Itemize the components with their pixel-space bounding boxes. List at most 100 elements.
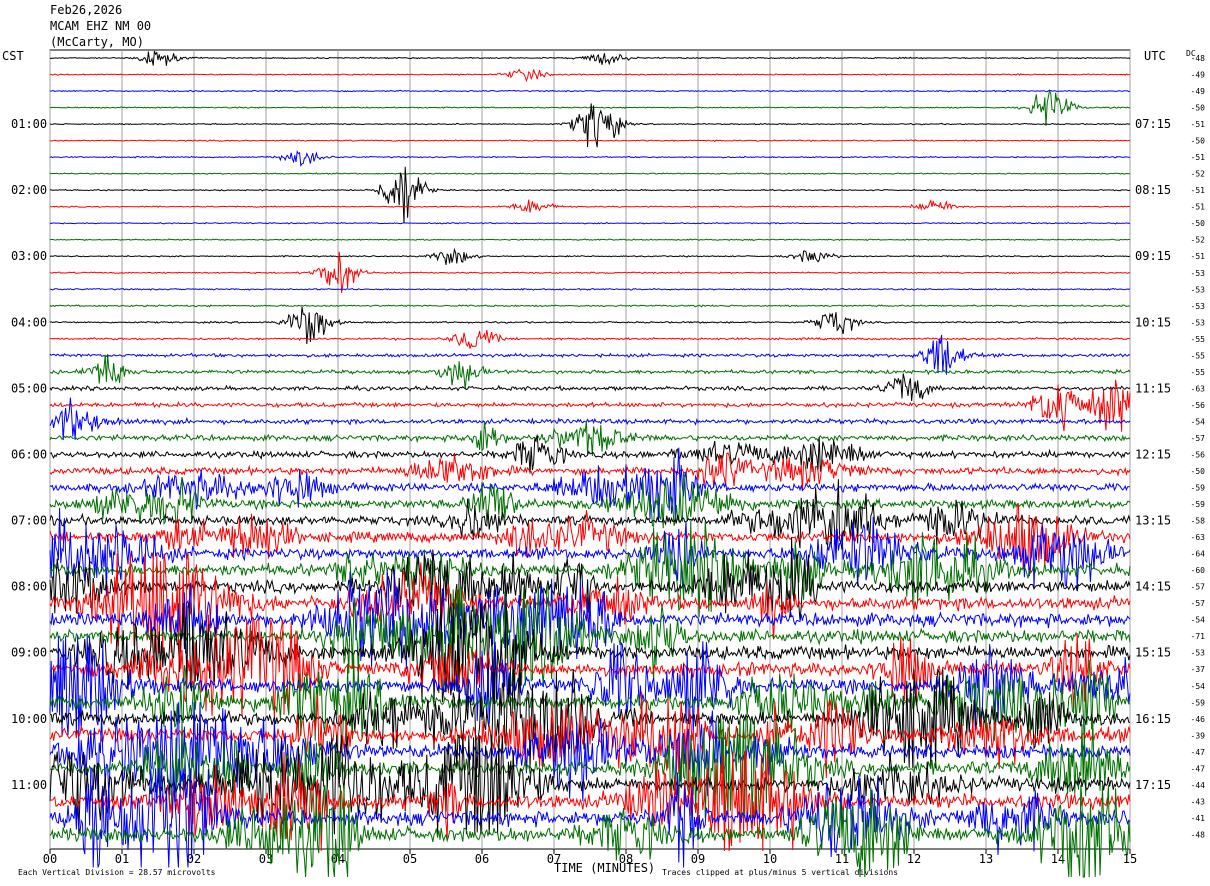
cst-hour-label: 10:00 <box>11 712 47 726</box>
trace-27 <box>49 447 1131 523</box>
dc-offset-label: -56 <box>1191 450 1206 459</box>
utc-hour-label: 16:15 <box>1135 712 1171 726</box>
cst-hour-label: 04:00 <box>11 315 47 329</box>
dc-offset-label: -59 <box>1191 698 1206 707</box>
dc-offset-label: -49 <box>1191 87 1206 96</box>
dc-offset-label: -64 <box>1191 550 1206 559</box>
trace-1 <box>49 50 1131 66</box>
x-tick-label: 11 <box>835 852 849 866</box>
x-tick-label: 15 <box>1123 852 1137 866</box>
trace-19 <box>49 334 1131 375</box>
utc-hour-label: 15:15 <box>1135 646 1171 660</box>
trace-15 <box>49 287 1131 291</box>
trace-26 <box>49 452 1131 492</box>
dc-offset-label: -53 <box>1191 285 1206 294</box>
dc-offset-label: -71 <box>1191 632 1206 641</box>
dc-offset-label: -56 <box>1191 401 1206 410</box>
dc-offset-label: -53 <box>1191 269 1206 278</box>
dc-offset-label: -54 <box>1191 682 1206 691</box>
utc-hour-label: 17:15 <box>1135 778 1171 792</box>
dc-offset-label: -43 <box>1191 797 1206 806</box>
utc-hour-label: 10:15 <box>1135 315 1171 329</box>
trace-24 <box>49 420 1131 457</box>
dc-offset-label: -55 <box>1191 351 1206 360</box>
trace-16 <box>49 304 1131 308</box>
dc-offset-label: -50 <box>1191 137 1206 146</box>
dc-offset-label: -63 <box>1191 384 1206 393</box>
utc-hour-label: 13:15 <box>1135 514 1171 528</box>
dc-offset-label: -50 <box>1191 219 1206 228</box>
utc-hour-label: 09:15 <box>1135 249 1171 263</box>
plot-frame <box>49 49 1131 850</box>
dc-offset-label: -46 <box>1191 715 1206 724</box>
trace-21 <box>49 373 1131 401</box>
utc-hour-label: 11:15 <box>1135 381 1171 395</box>
cst-hour-label: 06:00 <box>11 447 47 461</box>
trace-6 <box>49 139 1131 143</box>
x-tick-label: 01 <box>115 852 129 866</box>
trace-14 <box>50 251 1131 293</box>
dc-offset-label: -39 <box>1191 731 1206 740</box>
trace-3 <box>49 89 1131 93</box>
dc-offset-label: -60 <box>1191 566 1206 575</box>
cst-hour-label: 05:00 <box>11 381 47 395</box>
dc-offset-label: -41 <box>1191 814 1206 823</box>
dc-offset-label: -59 <box>1191 484 1206 493</box>
x-axis-title: TIME (MINUTES) <box>554 861 656 875</box>
trace-12 <box>49 238 1131 242</box>
x-tick-label: 00 <box>43 852 57 866</box>
trace-13 <box>49 247 1131 265</box>
dc-offset-label: -48 <box>1191 830 1206 839</box>
cst-hour-label: 11:00 <box>11 778 47 792</box>
dc-offset-label: -51 <box>1191 252 1206 261</box>
dc-offset-label: -58 <box>1191 517 1206 526</box>
dc-offset-label: -59 <box>1191 500 1206 509</box>
scale-footnote: Each Vertical Division = 28.57 microvolt… <box>18 868 216 877</box>
dc-offset-label: -47 <box>1191 764 1206 773</box>
dc-offset-label: -57 <box>1191 599 1206 608</box>
trace-4 <box>50 88 1130 126</box>
cst-hour-label: 01:00 <box>11 117 47 131</box>
dc-offset-label: -51 <box>1191 153 1206 162</box>
dc-offset-label: -51 <box>1191 120 1206 129</box>
dc-offset-label: -37 <box>1191 665 1206 674</box>
x-tick-label: 10 <box>763 852 777 866</box>
trace-10 <box>49 198 1131 213</box>
trace-2 <box>49 68 1131 83</box>
dc-offset-label: -54 <box>1191 417 1206 426</box>
utc-hour-label: 07:15 <box>1135 117 1171 131</box>
dc-offset-label: -57 <box>1191 434 1206 443</box>
x-tick-label: 06 <box>475 852 489 866</box>
trace-11 <box>49 221 1131 225</box>
dc-offset-label: -55 <box>1191 368 1206 377</box>
utc-hour-label: 12:15 <box>1135 447 1171 461</box>
dc-offset-label: -53 <box>1191 649 1206 658</box>
dc-offset-label: -52 <box>1191 236 1206 245</box>
dc-offset-label: -55 <box>1191 335 1206 344</box>
dc-offset-label: -53 <box>1191 318 1206 327</box>
utc-hour-label: 14:15 <box>1135 580 1171 594</box>
dc-offset-label: -44 <box>1191 781 1206 790</box>
utc-hour-label: 08:15 <box>1135 183 1171 197</box>
cst-hour-label: 02:00 <box>11 183 47 197</box>
dc-offset-label: -51 <box>1191 186 1206 195</box>
cst-hour-label: 03:00 <box>11 249 47 263</box>
dc-offset-label: -50 <box>1191 467 1206 476</box>
x-tick-label: 09 <box>691 852 705 866</box>
dc-offset-label: -50 <box>1191 104 1206 113</box>
dc-offset-label: -48 <box>1191 54 1206 63</box>
x-tick-label: 13 <box>979 852 993 866</box>
x-tick-label: 12 <box>907 852 921 866</box>
dc-offset-label: -53 <box>1191 302 1206 311</box>
trace-20 <box>49 354 1131 390</box>
dc-offset-label: -63 <box>1191 533 1206 542</box>
dc-offset-label: -47 <box>1191 748 1206 757</box>
trace-18 <box>49 329 1131 349</box>
x-tick-label: 02 <box>187 852 201 866</box>
trace-7 <box>49 150 1130 167</box>
clipping-footnote: Traces clipped at plus/minus 5 vertical … <box>662 868 899 877</box>
x-tick-label: 05 <box>403 852 417 866</box>
dc-offset-label: -52 <box>1191 170 1206 179</box>
cst-hour-label: 09:00 <box>11 646 47 660</box>
dc-offset-label: -49 <box>1191 71 1206 80</box>
